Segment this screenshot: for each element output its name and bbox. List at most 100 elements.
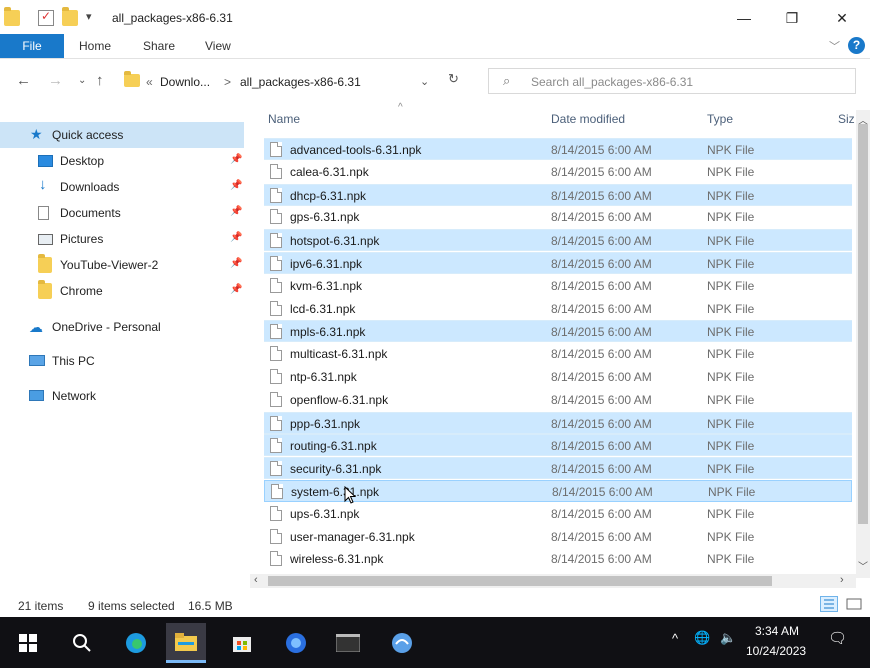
- file-row[interactable]: kvm-6.31.npk 8/14/2015 6:00 AM NPK File: [264, 275, 852, 297]
- horizontal-scrollbar[interactable]: ‹ ›: [250, 574, 856, 588]
- forward-arrow-icon[interactable]: →: [48, 72, 63, 89]
- search-input[interactable]: [529, 71, 843, 93]
- back-arrow-icon[interactable]: ←: [16, 72, 31, 89]
- scroll-left-chevron-icon[interactable]: ‹: [254, 574, 258, 586]
- help-icon[interactable]: ?: [848, 37, 865, 54]
- file-row[interactable]: lcd-6.31.npk 8/14/2015 6:00 AM NPK File: [264, 298, 852, 320]
- file-row[interactable]: multicast-6.31.npk 8/14/2015 6:00 AM NPK F…: [264, 343, 852, 365]
- file-row[interactable]: user-manager-6.31.npk 8/14/2015 6:00 AM NP…: [264, 526, 852, 548]
- breadcrumb-current-folder[interactable]: all_packages-x86-6.31: [240, 75, 361, 89]
- file-row[interactable]: openflow-6.31.npk 8/14/2015 6:00 AM NPK Fi…: [264, 389, 852, 411]
- search-box[interactable]: ⌕: [488, 68, 856, 94]
- file-row[interactable]: gps-6.31.npk 8/14/2015 6:00 AM NPK File: [264, 206, 852, 228]
- store-icon[interactable]: [222, 623, 262, 663]
- file-row[interactable]: ppp-6.31.npk 8/14/2015 6:00 AM NPK File: [264, 411, 852, 434]
- breadcrumb-downloads[interactable]: Downlo...: [160, 75, 210, 89]
- up-arrow-icon[interactable]: ↑: [96, 72, 104, 89]
- address-bar[interactable]: « Downlo... > all_packages-x86-6.31 ⌄: [117, 68, 441, 96]
- sidebar-item-network[interactable]: Network: [0, 383, 244, 409]
- new-folder-icon[interactable]: [62, 7, 78, 26]
- address-dropdown-chevron-icon[interactable]: ⌄: [420, 75, 429, 88]
- recent-locations-chevron-icon[interactable]: ⌄: [78, 75, 86, 86]
- tab-file[interactable]: File: [0, 34, 64, 58]
- tab-view[interactable]: View: [205, 34, 231, 58]
- show-hidden-icons-chevron-icon[interactable]: ^: [672, 631, 678, 646]
- scroll-down-chevron-icon[interactable]: ﹀: [858, 558, 868, 573]
- breadcrumb-overflow[interactable]: «: [146, 75, 153, 89]
- file-row[interactable]: mpls-6.31.npk 8/14/2015 6:00 AM NPK File: [264, 320, 852, 343]
- scroll-right-chevron-icon[interactable]: ›: [840, 574, 844, 586]
- notifications-icon[interactable]: 🗨: [828, 629, 847, 647]
- file-date-modified: 8/14/2015 6:00 AM: [551, 234, 652, 249]
- file-explorer-icon[interactable]: [166, 623, 206, 663]
- pin-icon[interactable]: 📌: [230, 206, 242, 217]
- quick-access-toolbar-dropdown-icon[interactable]: ▾: [86, 10, 92, 23]
- search-icon[interactable]: [62, 623, 102, 663]
- app-icon[interactable]: [382, 623, 422, 663]
- file-date-modified: 8/14/2015 6:00 AM: [551, 347, 652, 362]
- horizontal-scroll-thumb[interactable]: [268, 576, 772, 586]
- clock-time[interactable]: 3:34 AM: [755, 624, 799, 638]
- tab-share[interactable]: Share: [143, 34, 175, 58]
- sidebar-item-chrome[interactable]: Chrome 📌: [0, 278, 244, 304]
- file-row[interactable]: ipv6-6.31.npk 8/14/2015 6:00 AM NPK File: [264, 252, 852, 274]
- minimize-button[interactable]: —: [724, 6, 764, 30]
- file-icon: [270, 233, 282, 249]
- firefox-icon[interactable]: [276, 623, 316, 663]
- pin-icon[interactable]: 📌: [230, 180, 242, 191]
- file-type: NPK File: [707, 439, 755, 454]
- terminal-icon[interactable]: [328, 623, 368, 663]
- sidebar-item-quick-access[interactable]: ★ Quick access: [0, 122, 244, 148]
- large-icons-view-icon[interactable]: [845, 596, 863, 612]
- network-globe-icon[interactable]: 🌐: [694, 630, 710, 646]
- vertical-scroll-thumb[interactable]: [858, 124, 868, 524]
- file-date-modified: 8/14/2015 6:00 AM: [551, 301, 652, 316]
- file-type: NPK File: [707, 462, 755, 477]
- clock-date[interactable]: 10/24/2023: [746, 644, 806, 658]
- close-button[interactable]: ✕: [822, 6, 862, 30]
- start-windows-icon[interactable]: [8, 623, 48, 663]
- column-header-date-modified[interactable]: Date modified: [551, 112, 625, 126]
- column-header-size[interactable]: Siz: [838, 112, 855, 126]
- file-row[interactable]: ntp-6.31.npk 8/14/2015 6:00 AM NPK File: [264, 366, 852, 388]
- sidebar-item-documents[interactable]: Documents 📌: [0, 200, 244, 226]
- file-row[interactable]: security-6.31.npk 8/14/2015 6:00 AM NPK Fi…: [264, 457, 852, 480]
- file-name: system-6.31.npk: [291, 485, 380, 499]
- sidebar-item-youtube-viewer-2[interactable]: YouTube-Viewer-2 📌: [0, 252, 244, 278]
- folder-icon: [38, 254, 52, 273]
- refresh-icon[interactable]: ↻: [448, 71, 459, 87]
- sidebar-item-this-pc[interactable]: This PC: [0, 348, 244, 374]
- sidebar-item-label: Pictures: [60, 232, 104, 246]
- sidebar-item-pictures[interactable]: Pictures 📌: [0, 226, 244, 252]
- pin-icon[interactable]: 📌: [230, 284, 242, 295]
- properties-icon[interactable]: [38, 9, 54, 26]
- file-type: NPK File: [707, 529, 755, 544]
- details-view-icon[interactable]: [820, 596, 838, 612]
- folder-icon: [124, 71, 140, 87]
- file-name: kvm-6.31.npk: [290, 278, 363, 293]
- column-header-type[interactable]: Type: [707, 112, 733, 126]
- column-header-name[interactable]: Name: [268, 112, 300, 126]
- tab-home[interactable]: Home: [79, 34, 111, 58]
- search-icon: ⌕: [503, 73, 511, 88]
- file-row[interactable]: wireless-6.31.npk 8/14/2015 6:00 AM NPK Fi…: [264, 548, 852, 570]
- pin-icon[interactable]: 📌: [230, 258, 242, 269]
- sidebar-item-downloads[interactable]: ↓ Downloads 📌: [0, 174, 244, 200]
- restore-button[interactable]: ❐: [772, 6, 812, 30]
- file-row[interactable]: dhcp-6.31.npk 8/14/2015 6:00 AM NPK File: [264, 183, 852, 206]
- file-date-modified: 8/14/2015 6:00 AM: [551, 552, 652, 567]
- file-row[interactable]: advanced-tools-6.31.npk 8/14/2015 6:00 AM…: [264, 138, 852, 160]
- sidebar-item-onedrive[interactable]: ☁ OneDrive - Personal: [0, 314, 244, 340]
- vertical-scrollbar[interactable]: ︿ ﹀: [856, 110, 870, 578]
- file-row[interactable]: calea-6.31.npk 8/14/2015 6:00 AM NPK File: [264, 161, 852, 183]
- pin-icon[interactable]: 📌: [230, 154, 242, 165]
- pin-icon[interactable]: 📌: [230, 232, 242, 243]
- file-row[interactable]: hotspot-6.31.npk 8/14/2015 6:00 AM NPK Fil…: [264, 229, 852, 252]
- sidebar-item-desktop[interactable]: Desktop 📌: [0, 148, 244, 174]
- expand-ribbon-chevron-icon[interactable]: ﹀: [829, 38, 840, 54]
- edge-browser-icon[interactable]: [116, 623, 156, 663]
- file-row[interactable]: routing-6.31.npk 8/14/2015 6:00 AM NPK Fil…: [264, 434, 852, 457]
- sidebar-item-label: Network: [52, 389, 97, 403]
- file-icon: [270, 551, 282, 567]
- volume-muted-icon[interactable]: 🔈: [720, 630, 736, 646]
